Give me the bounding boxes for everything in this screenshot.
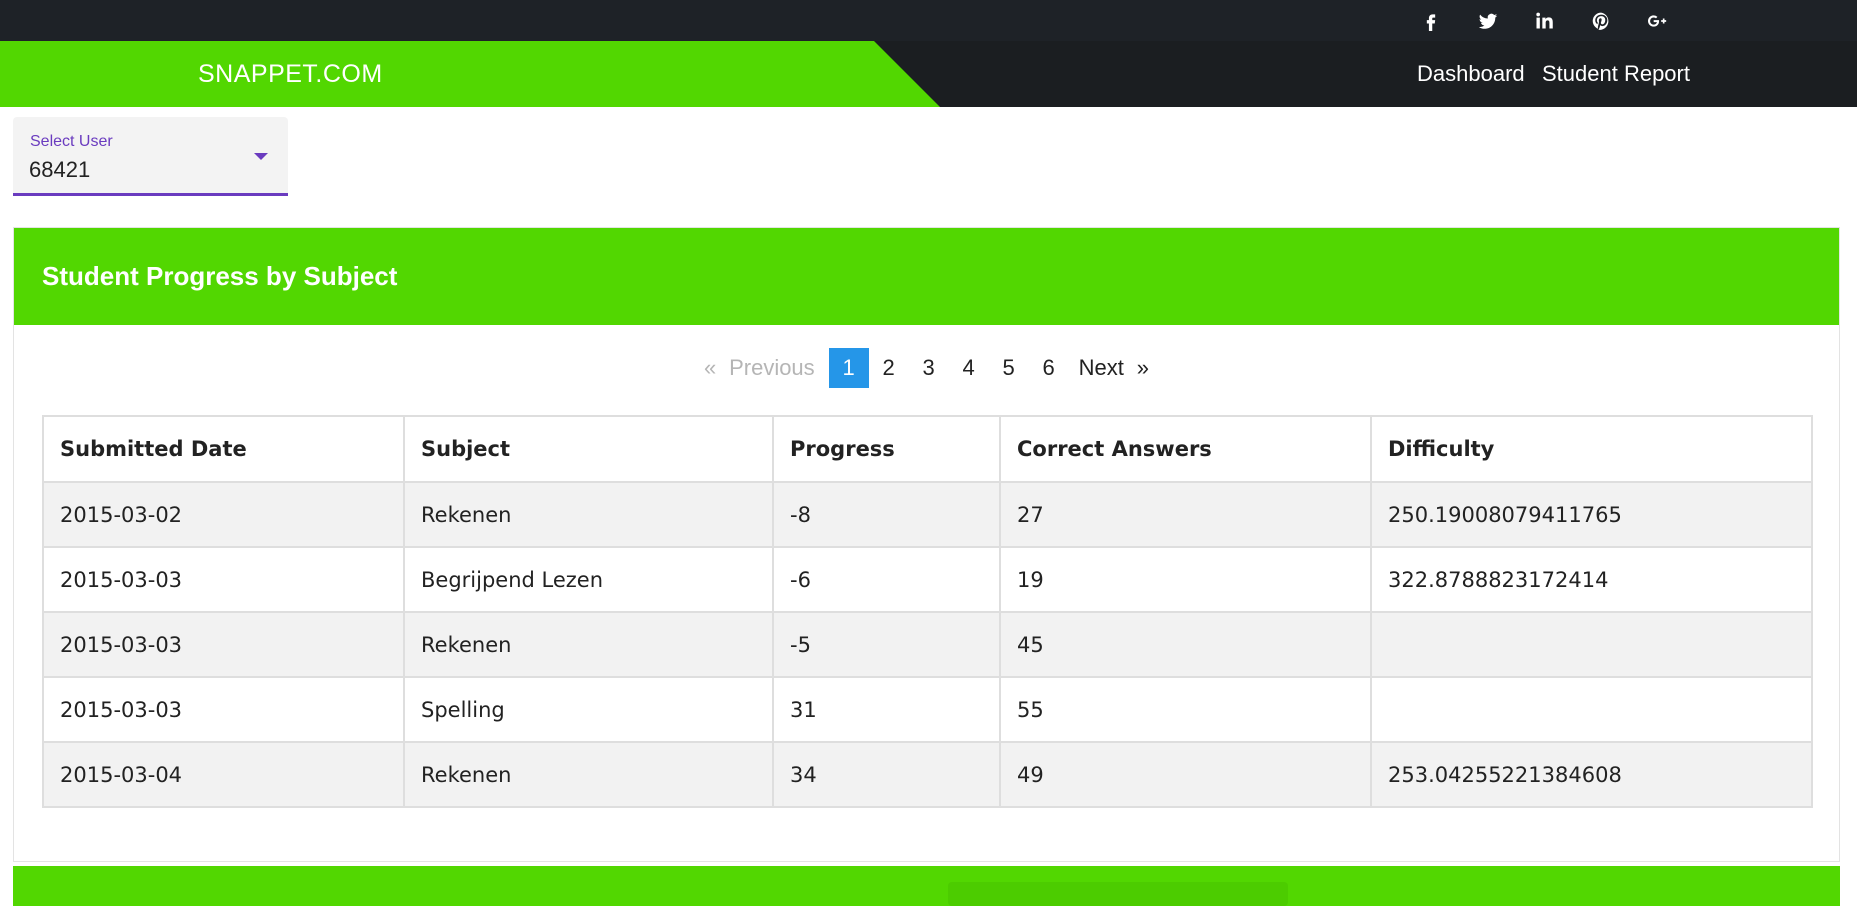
column-header-progress[interactable]: Progress	[772, 415, 1001, 483]
select-user-label: Select User	[30, 133, 113, 150]
progress-card: Student Progress by Subject « Previous 1…	[13, 227, 1840, 862]
table-row: 2015-03-03 Begrijpend Lezen -6 19 322.87…	[42, 546, 1813, 613]
main-navbar: SNAPPET.COM Dashboard Student Report	[0, 41, 1857, 107]
pagination-prev-arrow: «	[703, 355, 717, 380]
select-user-dropdown[interactable]: Select User 68421	[13, 117, 288, 196]
caret-down-icon	[254, 153, 268, 160]
select-user-value: 68421	[29, 157, 91, 182]
social-bar	[0, 0, 1857, 41]
cell-difficulty	[1370, 676, 1813, 743]
cell-correct-answers: 19	[999, 546, 1372, 613]
cell-submitted-date: 2015-03-04	[42, 741, 405, 808]
cell-difficulty: 322.8788823172414	[1370, 546, 1813, 613]
cell-difficulty: 250.19008079411765	[1370, 481, 1813, 548]
cell-subject: Begrijpend Lezen	[403, 546, 774, 613]
pagination-page-4[interactable]: 4	[949, 348, 989, 388]
second-card-control	[948, 882, 1288, 906]
google-plus-icon[interactable]	[1637, 0, 1677, 41]
pagination-previous: Previous	[729, 355, 815, 380]
cell-correct-answers: 55	[999, 676, 1372, 743]
second-card-header	[13, 866, 1840, 906]
cell-submitted-date: 2015-03-02	[42, 481, 405, 548]
cell-progress: 31	[772, 676, 1001, 743]
nav-student-report[interactable]: Student Report	[1542, 41, 1690, 107]
cell-correct-answers: 49	[999, 741, 1372, 808]
progress-table: Submitted Date Subject Progress Correct …	[42, 415, 1813, 808]
brand-logo[interactable]: SNAPPET.COM	[198, 41, 383, 107]
cell-submitted-date: 2015-03-03	[42, 546, 405, 613]
cell-difficulty	[1370, 611, 1813, 678]
linkedin-icon[interactable]	[1524, 0, 1564, 41]
pinterest-icon[interactable]	[1581, 0, 1621, 41]
cell-progress: -8	[772, 481, 1001, 548]
nav-dashboard[interactable]: Dashboard	[1417, 41, 1525, 107]
cell-correct-answers: 45	[999, 611, 1372, 678]
column-header-submitted-date[interactable]: Submitted Date	[42, 415, 405, 483]
cell-progress: 34	[772, 741, 1001, 808]
facebook-icon[interactable]	[1411, 0, 1451, 41]
cell-subject: Rekenen	[403, 741, 774, 808]
pagination-next[interactable]: Next	[1073, 348, 1130, 388]
cell-difficulty: 253.04255221384608	[1370, 741, 1813, 808]
pagination: « Previous 1 2 3 4 5 6 Next »	[14, 348, 1839, 388]
pagination-page-6[interactable]: 6	[1029, 348, 1069, 388]
brand-background	[0, 41, 940, 107]
cell-subject: Spelling	[403, 676, 774, 743]
twitter-icon[interactable]	[1468, 0, 1508, 41]
cell-progress: -6	[772, 546, 1001, 613]
cell-submitted-date: 2015-03-03	[42, 611, 405, 678]
cell-progress: -5	[772, 611, 1001, 678]
cell-correct-answers: 27	[999, 481, 1372, 548]
table-row: 2015-03-03 Spelling 31 55	[42, 676, 1813, 743]
table-row: 2015-03-03 Rekenen -5 45	[42, 611, 1813, 678]
table-row: 2015-03-04 Rekenen 34 49 253.04255221384…	[42, 741, 1813, 808]
cell-subject: Rekenen	[403, 611, 774, 678]
pagination-page-2[interactable]: 2	[869, 348, 909, 388]
pagination-page-3[interactable]: 3	[909, 348, 949, 388]
table-header-row: Submitted Date Subject Progress Correct …	[42, 415, 1813, 483]
column-header-correct-answers[interactable]: Correct Answers	[999, 415, 1372, 483]
card-header: Student Progress by Subject	[14, 228, 1839, 325]
cell-submitted-date: 2015-03-03	[42, 676, 405, 743]
card-title: Student Progress by Subject	[42, 261, 398, 291]
column-header-difficulty[interactable]: Difficulty	[1370, 415, 1813, 483]
column-header-subject[interactable]: Subject	[403, 415, 774, 483]
pagination-page-5[interactable]: 5	[989, 348, 1029, 388]
table-row: 2015-03-02 Rekenen -8 27 250.19008079411…	[42, 481, 1813, 548]
cell-subject: Rekenen	[403, 481, 774, 548]
pagination-next-arrow[interactable]: »	[1130, 348, 1156, 388]
pagination-page-1[interactable]: 1	[828, 348, 869, 388]
